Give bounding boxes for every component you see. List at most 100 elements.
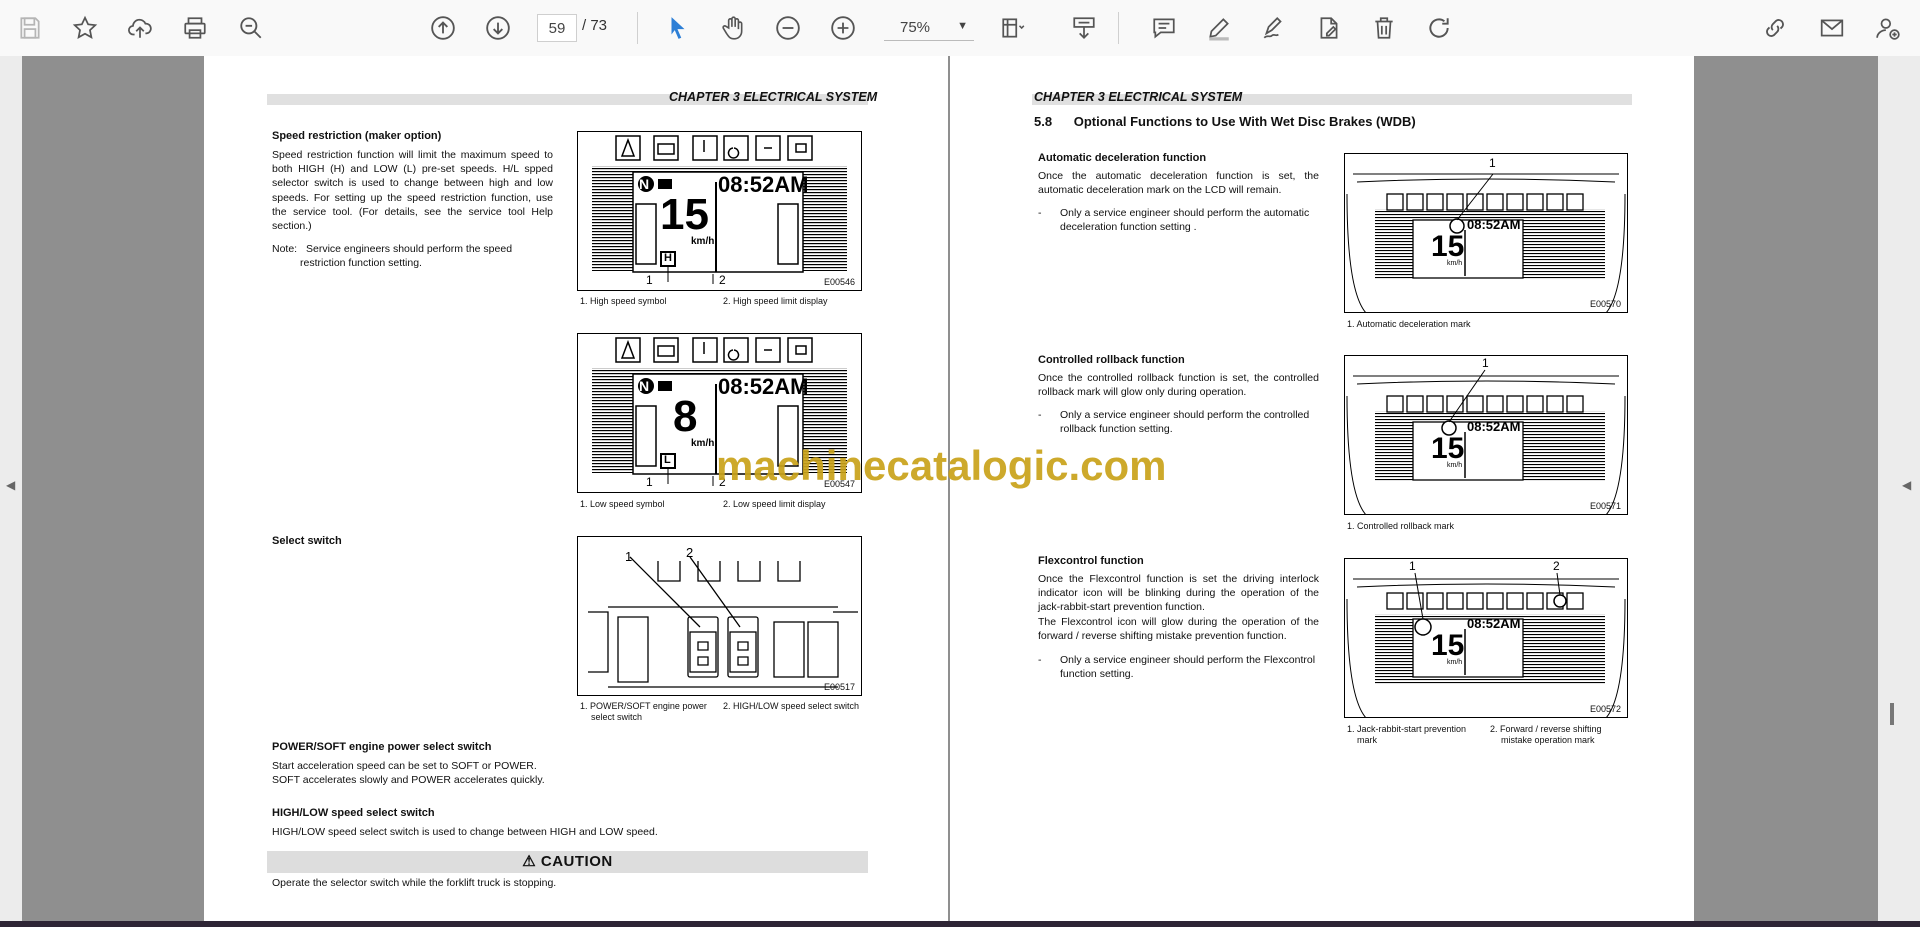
mail-icon[interactable]: [1814, 10, 1850, 46]
caption-1b: select switch: [591, 712, 643, 722]
caution-banner: ⚠ CAUTION: [267, 851, 868, 873]
neutral-symbol: N: [639, 378, 650, 394]
page-number-input[interactable]: 59: [537, 14, 577, 42]
lcd-time: 08:52AM: [718, 374, 809, 399]
taskbar-strip: [0, 921, 1920, 927]
callout-2: 2: [719, 273, 726, 287]
lcd-time: 08:52AM: [1467, 419, 1521, 434]
caption-2: 2. Low speed limit display: [723, 499, 826, 509]
caption-1b: mark: [1357, 735, 1377, 745]
figure-code: E00572: [1589, 704, 1621, 714]
lcd-speed: 15: [1431, 432, 1465, 465]
scrollbar-thumb[interactable]: [1890, 703, 1894, 725]
caption-1: 1. Low speed symbol: [580, 499, 665, 509]
figure-lcd-high-speed: N 08:52AM 15 km/h H 1 2 E00546: [577, 131, 862, 291]
lcd-speed: 15: [1431, 629, 1465, 662]
figure-auto-decel: 08:52AM 15 km/h 1 E00570: [1344, 153, 1628, 313]
power-soft-line-2: SOFT accelerates slowly and POWER accele…: [272, 774, 545, 786]
pen-icon[interactable]: [1201, 10, 1237, 46]
note-label: Note:: [272, 243, 298, 255]
download-page-icon[interactable]: [1066, 10, 1102, 46]
print-icon[interactable]: [177, 10, 213, 46]
lcd-unit: km/h: [1447, 260, 1463, 267]
hand-icon[interactable]: [715, 10, 751, 46]
separator: [637, 12, 638, 44]
redo-icon[interactable]: [1421, 10, 1457, 46]
bullet-line-1: Only a service engineer should perform t…: [1060, 207, 1310, 219]
zoom-value: 75%: [900, 18, 931, 36]
figure-code: E00517: [823, 682, 855, 692]
lcd-time: 08:52AM: [1467, 217, 1521, 232]
bullet-line-1: Only a service engineer should perform t…: [1060, 409, 1310, 421]
high-speed-symbol: H: [664, 252, 672, 264]
separator: [1118, 12, 1119, 44]
figure-select-switch: 1 2 E00517: [577, 536, 862, 696]
high-low-line-1: HIGH/LOW speed select switch is used to …: [272, 826, 658, 838]
callout-1: 1: [646, 273, 653, 287]
caption-1: 1. High speed symbol: [580, 296, 667, 306]
bullet-dash: -: [1038, 207, 1042, 219]
select-switch-title: Select switch: [272, 535, 342, 547]
caption-2: 2. High speed limit display: [723, 296, 828, 306]
zoom-out-icon[interactable]: [770, 10, 806, 46]
comment-icon[interactable]: [1146, 10, 1182, 46]
speed-restriction-title: Speed restriction (maker option): [272, 130, 442, 142]
callout-2: 2: [1553, 559, 1560, 573]
caption-2b: mistake operation mark: [1501, 735, 1595, 745]
figure-code: E00546: [823, 277, 855, 287]
lcd-unit: km/h: [1447, 462, 1463, 469]
caption-1a: 1. POWER/SOFT engine power: [580, 701, 707, 711]
figure-code: E00570: [1589, 299, 1621, 309]
zoom-search-icon[interactable]: [233, 10, 269, 46]
edit-doc-icon[interactable]: [1311, 10, 1347, 46]
section-title: 5.8 Optional Functions to Use With Wet D…: [1034, 114, 1416, 129]
fit-page-icon[interactable]: [995, 10, 1031, 46]
callout-1: 1: [1489, 156, 1496, 170]
document-viewer[interactable]: ◀ ◀ CHAPTER 3 ELECTRICAL SYSTEM Speed re…: [0, 56, 1920, 921]
lcd-time: 08:52AM: [1467, 616, 1521, 631]
bookmark-star-icon[interactable]: [67, 10, 103, 46]
page-up-icon[interactable]: [425, 10, 461, 46]
auto-decel-title: Automatic deceleration function: [1038, 152, 1207, 164]
left-gutter: ◀: [0, 56, 22, 921]
power-soft-line-1: Start acceleration speed can be set to S…: [272, 760, 537, 772]
bullet-line-2: rollback function setting.: [1060, 423, 1173, 435]
caption-1: 1. Automatic deceleration mark: [1347, 319, 1471, 329]
add-user-icon[interactable]: [1870, 10, 1906, 46]
caption-2: 2. HIGH/LOW speed select switch: [723, 701, 860, 711]
figure-rollback: 08:52AM 15 km/h 1 E00571: [1344, 355, 1628, 515]
select-arrow-icon[interactable]: [660, 10, 696, 46]
lcd-unit: km/h: [1447, 659, 1463, 666]
sign-icon[interactable]: [1256, 10, 1292, 46]
lcd-speed: 15: [1431, 230, 1465, 263]
save-icon[interactable]: [12, 10, 48, 46]
lcd-unit: km/h: [691, 438, 715, 449]
toolbar: 59 / 73 75% ▼: [0, 0, 1920, 57]
power-soft-title: POWER/SOFT engine power select switch: [272, 741, 492, 753]
lcd-speed: 8: [673, 392, 698, 441]
figure-code: E00571: [1589, 501, 1621, 511]
chevron-down-icon: ▼: [957, 20, 968, 32]
callout-1: 1: [1482, 356, 1489, 370]
chapter-header: CHAPTER 3 ELECTRICAL SYSTEM: [1034, 90, 1243, 104]
upload-cloud-icon[interactable]: [122, 10, 158, 46]
page-total: / 73: [582, 17, 608, 34]
zoom-select[interactable]: 75% ▼: [884, 14, 974, 41]
neutral-symbol: N: [639, 176, 650, 192]
lcd-unit: km/h: [691, 236, 715, 247]
zoom-in-icon[interactable]: [825, 10, 861, 46]
page-down-icon[interactable]: [480, 10, 516, 46]
callout-1: 1: [646, 475, 653, 489]
link-icon[interactable]: [1757, 10, 1793, 46]
bullet-dash: -: [1038, 654, 1042, 666]
delete-icon[interactable]: [1366, 10, 1402, 46]
lcd-time: 08:52AM: [718, 172, 809, 197]
bullet-line-1: Only a service engineer should perform t…: [1060, 654, 1316, 666]
note-line-1: Service engineers should perform the spe…: [306, 243, 513, 255]
chevron-left-icon[interactable]: ◀: [6, 478, 15, 492]
callout-2: 2: [686, 545, 694, 560]
watermark-text: machinecatalogic.com: [716, 442, 1167, 489]
chevron-right-icon[interactable]: ◀: [1902, 478, 1911, 492]
high-low-title: HIGH/LOW speed select switch: [272, 807, 435, 819]
caption-1a: 1. Jack-rabbit-start prevention: [1347, 724, 1467, 734]
